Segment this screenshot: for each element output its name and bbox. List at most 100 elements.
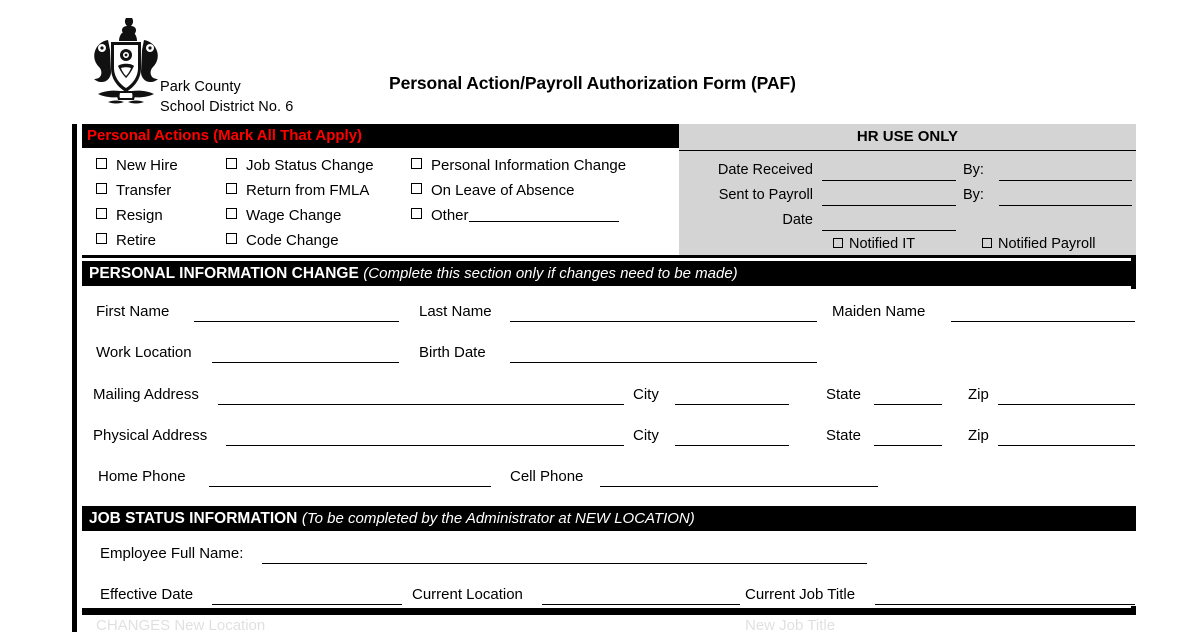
label-last-name: Last Name (419, 303, 492, 320)
checkbox-label: Resign (116, 207, 163, 224)
hr-field-sent-to-payroll[interactable] (822, 205, 956, 206)
label-cell-phone: Cell Phone (510, 468, 584, 485)
personal-actions-heading: Personal Actions (Mark All That Apply) (82, 124, 679, 148)
field-mailing-address[interactable] (218, 404, 624, 405)
checkbox-box-icon[interactable] (96, 208, 107, 219)
label-employee-full-name: Employee Full Name: (100, 545, 244, 562)
checkbox-code-change[interactable]: Code Change (226, 232, 339, 249)
field-physical-city[interactable] (675, 445, 789, 446)
hr-use-only-section: HR USE ONLY Date Received By: Sent to Pa… (679, 124, 1136, 258)
checkbox-label: Wage Change (246, 207, 342, 224)
field-physical-zip[interactable] (998, 445, 1135, 446)
field-physical-state[interactable] (874, 445, 942, 446)
label-physical-city: City (633, 427, 659, 444)
checkbox-label: New Hire (116, 157, 178, 174)
label-home-phone: Home Phone (98, 468, 186, 485)
checkbox-box-icon[interactable] (982, 238, 992, 248)
checkbox-return-from-fmla[interactable]: Return from FMLA (226, 182, 369, 199)
field-mailing-state[interactable] (874, 404, 942, 405)
field-current-location[interactable] (542, 604, 740, 605)
checkbox-notified-payroll[interactable]: Notified Payroll (982, 236, 1096, 252)
field-physical-address[interactable] (226, 445, 624, 446)
checkbox-new-hire[interactable]: New Hire (96, 157, 178, 174)
hr-field-by-2[interactable] (999, 205, 1132, 206)
checkbox-label: Other (431, 207, 469, 224)
job-status-information-heading: JOB STATUS INFORMATION (To be completed … (82, 506, 1136, 531)
checkbox-wage-change[interactable]: Wage Change (226, 207, 341, 224)
section-title: JOB STATUS INFORMATION (89, 510, 298, 527)
field-current-job-title[interactable] (875, 604, 1135, 605)
field-maiden-name[interactable] (951, 321, 1135, 322)
label-first-name: First Name (96, 303, 170, 320)
hr-label-by-1: By: (963, 162, 984, 178)
checkbox-label: Transfer (116, 182, 172, 199)
other-write-in-field[interactable] (468, 208, 619, 222)
label-mailing-state: State (826, 386, 862, 403)
field-cell-phone[interactable] (600, 486, 878, 487)
field-home-phone[interactable] (209, 486, 491, 487)
checkbox-box-icon[interactable] (226, 183, 237, 194)
label-work-location: Work Location (96, 344, 192, 361)
org-line-1: Park County (160, 79, 241, 95)
hr-use-only-heading: HR USE ONLY (679, 124, 1136, 151)
organization-name: Park County School District No. 6 (160, 78, 293, 117)
label-birth-date: Birth Date (419, 344, 486, 361)
checkbox-box-icon[interactable] (96, 158, 107, 169)
checkbox-retire[interactable]: Retire (96, 232, 156, 249)
personal-actions-checkbox-grid: New Hire Transfer Resign Retire Job Stat… (82, 148, 679, 255)
hr-field-date[interactable] (822, 230, 956, 231)
field-birth-date[interactable] (510, 362, 817, 363)
checkbox-on-leave-of-absence[interactable]: On Leave of Absence (411, 182, 574, 199)
checkbox-box-icon[interactable] (226, 233, 237, 244)
hr-field-by-1[interactable] (999, 180, 1132, 181)
checkbox-box-icon[interactable] (96, 183, 107, 194)
checkbox-resign[interactable]: Resign (96, 207, 163, 224)
job-status-fields: Employee Full Name: Effective Date Curre… (82, 531, 1136, 606)
hr-label-date-received: Date Received (717, 162, 813, 178)
checkbox-label: Code Change (246, 232, 339, 249)
personal-information-fields: First Name Last Name Maiden Name Work Lo… (82, 289, 1136, 516)
hr-field-date-received[interactable] (822, 180, 956, 181)
checkbox-transfer[interactable]: Transfer (96, 182, 171, 199)
section-note: (Complete this section only if changes n… (363, 265, 738, 282)
checkbox-box-icon[interactable] (226, 158, 237, 169)
label-mailing-city: City (633, 386, 659, 403)
label-maiden-name: Maiden Name (832, 303, 926, 320)
field-first-name[interactable] (194, 321, 399, 322)
field-work-location[interactable] (212, 362, 399, 363)
page-title: Personal Action/Payroll Authorization Fo… (389, 73, 796, 93)
checkbox-label: Personal Information Change (431, 157, 627, 174)
field-mailing-city[interactable] (675, 404, 789, 405)
checkbox-job-status-change[interactable]: Job Status Change (226, 157, 374, 174)
form-frame: Personal Actions (Mark All That Apply) N… (72, 124, 1136, 632)
checkbox-label: Retire (116, 232, 157, 249)
hr-label-by-2: By: (963, 187, 984, 203)
hr-label-sent-to-payroll: Sent to Payroll (718, 187, 813, 203)
field-effective-date[interactable] (212, 604, 402, 605)
label-physical-zip: Zip (968, 427, 989, 444)
checkbox-box-icon[interactable] (411, 183, 422, 194)
section-note: (To be completed by the Administrator at… (301, 510, 695, 527)
label-mailing-zip: Zip (968, 386, 989, 403)
top-row: Personal Actions (Mark All That Apply) N… (82, 124, 1136, 258)
checkbox-label: Notified IT (849, 236, 916, 252)
field-employee-full-name[interactable] (262, 563, 867, 564)
checkbox-label: Job Status Change (246, 157, 374, 174)
checkbox-box-icon[interactable] (411, 158, 422, 169)
checkbox-label: Notified Payroll (998, 236, 1096, 252)
checkbox-label: Return from FMLA (246, 182, 370, 199)
checkbox-personal-information-change[interactable]: Personal Information Change (411, 157, 626, 174)
personal-actions-section: Personal Actions (Mark All That Apply) N… (82, 124, 679, 258)
checkbox-box-icon[interactable] (96, 233, 107, 244)
checkbox-box-icon[interactable] (226, 208, 237, 219)
checkbox-other[interactable]: Other (411, 207, 619, 224)
hr-use-only-grid: Date Received By: Sent to Payroll By: Da… (679, 151, 1136, 256)
checkbox-notified-it[interactable]: Notified IT (833, 236, 915, 252)
label-current-location: Current Location (412, 586, 523, 603)
field-mailing-zip[interactable] (998, 404, 1135, 405)
org-line-2: School District No. 6 (160, 98, 294, 115)
field-last-name[interactable] (510, 321, 817, 322)
checkbox-box-icon[interactable] (833, 238, 843, 248)
checkbox-box-icon[interactable] (411, 208, 422, 219)
checkbox-label: On Leave of Absence (431, 182, 575, 199)
